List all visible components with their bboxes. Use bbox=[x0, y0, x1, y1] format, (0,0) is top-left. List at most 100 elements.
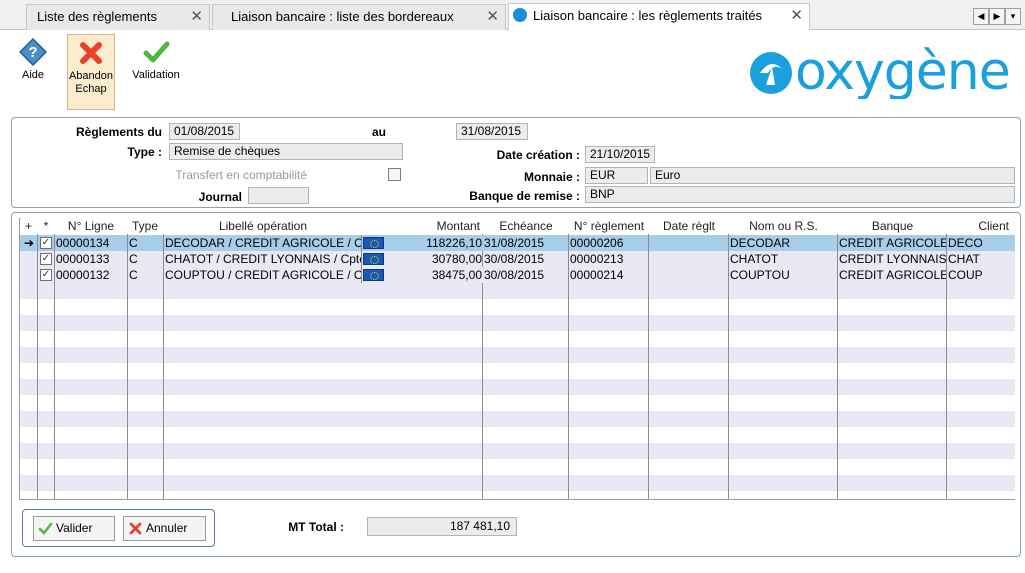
row-select-cell[interactable]: ✓ bbox=[38, 267, 55, 283]
abandon-button[interactable]: Abandon Echap bbox=[67, 34, 115, 110]
col-type[interactable]: Type bbox=[127, 218, 163, 234]
tab-reglements-traites[interactable]: Liaison bancaire : les règlements traité… bbox=[508, 3, 810, 30]
add-row-icon[interactable]: + bbox=[20, 218, 37, 234]
table-row[interactable]: ➔ ✓ 00000134 C DECODAR / CREDIT AGRICOLE… bbox=[20, 235, 1015, 251]
cell-type: C bbox=[128, 267, 164, 283]
check-icon bbox=[38, 522, 53, 535]
cell-montant: 118226,10 bbox=[426, 236, 482, 250]
cell-nom: DECODAR bbox=[729, 235, 838, 251]
cell-ligne: 00000133 bbox=[55, 251, 128, 267]
annuler-button[interactable]: Annuler bbox=[123, 516, 206, 541]
abandon-label-2: Echap bbox=[75, 83, 107, 95]
col-libelle[interactable]: Libellé opération bbox=[163, 218, 363, 234]
mt-total-field: 187 481,10 bbox=[367, 517, 517, 536]
empty-row bbox=[20, 443, 1015, 459]
help-label: Aide bbox=[21, 69, 45, 81]
euro-flag-icon bbox=[363, 253, 384, 265]
row-marker-cell bbox=[20, 251, 38, 267]
cell-libelle: COUPTOU / CREDIT AGRICOLE / Cp bbox=[165, 267, 362, 283]
svg-text:?: ? bbox=[28, 44, 37, 61]
scroll-left-icon[interactable]: ◀ bbox=[973, 8, 989, 25]
cell-client: DECO bbox=[948, 236, 983, 250]
col-montant[interactable]: Montant bbox=[390, 218, 480, 234]
tab-bar: Liste des règlements ✕ Liaison bancaire … bbox=[0, 0, 1025, 30]
date-creation-field: 21/10/2015 bbox=[585, 146, 655, 163]
help-button[interactable]: ? Aide bbox=[10, 34, 56, 110]
row-checkbox[interactable]: ✓ bbox=[40, 269, 52, 281]
empty-row bbox=[20, 459, 1015, 475]
empty-row bbox=[20, 331, 1015, 347]
valider-button[interactable]: Valider bbox=[33, 516, 115, 541]
col-nom[interactable]: Nom ou R.S. bbox=[729, 218, 838, 234]
filter-panel: Règlements du 01/08/2015 au 31/08/2015 T… bbox=[11, 117, 1021, 208]
abandon-label-1: Abandon bbox=[68, 70, 114, 82]
close-x-icon bbox=[80, 42, 102, 64]
cell-date-reglt bbox=[649, 235, 729, 251]
toolbar: ? Aide Abandon Echap Validation oxygène bbox=[0, 31, 1025, 113]
cell-reglement: 00000213 bbox=[569, 251, 649, 267]
col-banque[interactable]: Banque bbox=[838, 218, 947, 234]
monnaie-code-field[interactable]: EUR bbox=[585, 167, 648, 184]
tab-liste-bordereaux[interactable]: Liaison bancaire : liste des bordereaux … bbox=[212, 4, 506, 30]
row-checkbox[interactable]: ✓ bbox=[40, 237, 52, 249]
action-group: Valider Annuler bbox=[22, 509, 215, 547]
annuler-label: Annuler bbox=[146, 521, 188, 535]
row-select-cell[interactable]: ✓ bbox=[38, 251, 55, 267]
close-icon[interactable]: ✕ bbox=[790, 4, 803, 28]
col-star: * bbox=[43, 219, 49, 233]
empty-row bbox=[20, 411, 1015, 427]
tab-label: Liaison bancaire : les règlements traité… bbox=[533, 8, 763, 23]
reglements-du-label: Règlements du bbox=[75, 125, 162, 139]
scroll-right-icon[interactable]: ▶ bbox=[989, 8, 1005, 25]
table-row[interactable]: ✓ 00000132 C COUPTOU / CREDIT AGRICOLE /… bbox=[20, 267, 1015, 283]
euro-flag-icon bbox=[363, 269, 384, 281]
empty-row bbox=[20, 379, 1015, 395]
tab-liste-reglements[interactable]: Liste des règlements ✕ bbox=[26, 4, 210, 30]
cell-type: C bbox=[128, 235, 164, 251]
cell-date-reglt bbox=[649, 267, 729, 283]
col-n-reglement[interactable]: N° règlement bbox=[569, 218, 649, 234]
app-window: Liste des règlements ✕ Liaison bancaire … bbox=[0, 0, 1025, 573]
close-icon[interactable]: ✕ bbox=[486, 5, 499, 29]
euro-flag-icon bbox=[363, 237, 384, 249]
row-select-cell[interactable]: ✓ bbox=[38, 235, 55, 251]
close-icon[interactable]: ✕ bbox=[190, 5, 203, 29]
type-field[interactable]: Remise de chèques bbox=[169, 143, 403, 160]
empty-row bbox=[20, 299, 1015, 315]
reglements-grid-panel: + * N° Ligne Type Libellé opération Mont… bbox=[11, 212, 1021, 557]
col-n-ligne[interactable]: N° Ligne bbox=[55, 218, 127, 234]
tab-scroll-buttons: ◀ ▶ ▾ bbox=[973, 8, 1021, 25]
monnaie-label: Monnaie : bbox=[524, 170, 580, 184]
cell-echeance: 30/08/2015 bbox=[483, 251, 569, 267]
au-label: au bbox=[372, 125, 387, 139]
table-row[interactable]: ✓ 00000133 C CHATOT / CREDIT LYONNAIS / … bbox=[20, 251, 1015, 267]
transfert-label: Transfert en comptabilité bbox=[175, 168, 307, 182]
empty-row bbox=[20, 283, 1015, 299]
banque-remise-field[interactable]: BNP bbox=[585, 186, 1015, 203]
cell-montant: 30780,00 bbox=[431, 252, 482, 266]
date-to-field[interactable]: 31/08/2015 bbox=[456, 123, 528, 140]
logo-text: oxygène bbox=[795, 47, 1010, 99]
cell-reglement: 00000206 bbox=[569, 235, 649, 251]
cell-echeance: 31/08/2015 bbox=[483, 235, 569, 251]
oxygene-logo: oxygène bbox=[750, 47, 1011, 99]
check-icon bbox=[143, 41, 170, 63]
cell-montant: 38475,00 bbox=[431, 268, 482, 282]
col-echeance[interactable]: Echéance bbox=[483, 218, 569, 234]
transfert-checkbox[interactable] bbox=[388, 168, 401, 181]
empty-row bbox=[20, 347, 1015, 363]
cell-type: C bbox=[128, 251, 164, 267]
table-header: + * N° Ligne Type Libellé opération Mont… bbox=[20, 218, 1015, 234]
date-from-field[interactable]: 01/08/2015 bbox=[169, 123, 240, 140]
validation-button[interactable]: Validation bbox=[130, 34, 182, 110]
cell-libelle: CHATOT / CREDIT LYONNAIS / Cpte bbox=[165, 251, 362, 267]
col-date-reglt[interactable]: Date règlt bbox=[649, 218, 729, 234]
oxygene-tab-icon bbox=[513, 8, 527, 22]
cell-client: COUP bbox=[948, 268, 983, 282]
journal-field[interactable] bbox=[248, 187, 309, 204]
banque-remise-label: Banque de remise : bbox=[469, 189, 580, 203]
tab-menu-icon[interactable]: ▾ bbox=[1005, 8, 1021, 25]
row-checkbox[interactable]: ✓ bbox=[40, 253, 52, 265]
help-icon: ? bbox=[19, 38, 47, 66]
col-client[interactable]: Client bbox=[947, 218, 1015, 234]
